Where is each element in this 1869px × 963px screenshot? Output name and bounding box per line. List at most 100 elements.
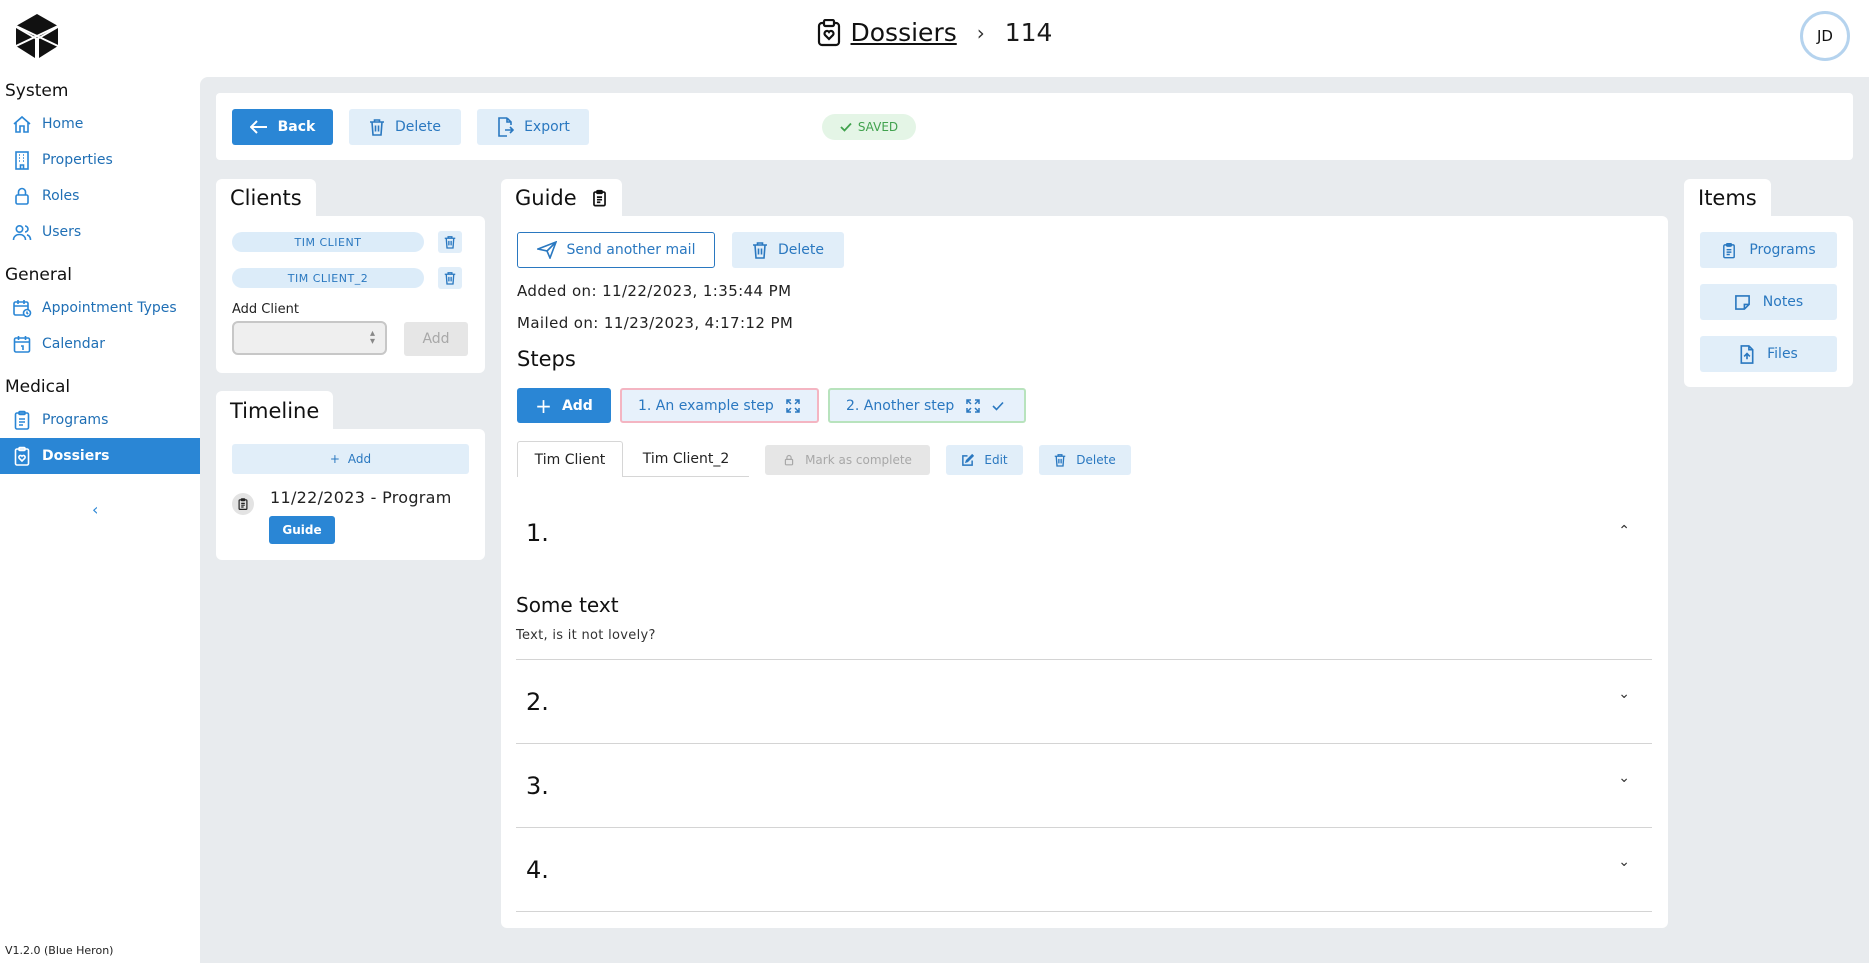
- action-toolbar: Back Delete Export SAVED: [216, 93, 1853, 160]
- tab-label: Tim Client: [534, 451, 606, 468]
- guide-delete-button[interactable]: Delete: [732, 232, 844, 268]
- user-avatar[interactable]: JD: [1800, 11, 1850, 61]
- edit-step-button[interactable]: Edit: [946, 445, 1023, 475]
- plus-icon: +: [329, 452, 340, 466]
- app-version: V1.2.0 (Blue Heron): [5, 944, 114, 957]
- timeline-guide-button[interactable]: Guide: [269, 516, 335, 544]
- delete-button-label: Delete: [395, 119, 441, 135]
- trash-icon: [444, 235, 456, 249]
- step-pill-label: 1. An example step: [638, 397, 774, 414]
- sidebar-item-calendar[interactable]: Calendar: [0, 326, 200, 362]
- tab-tim-client[interactable]: Tim Client: [517, 441, 623, 477]
- sidebar-item-programs[interactable]: Programs: [0, 402, 200, 438]
- delete-button[interactable]: Delete: [349, 109, 461, 145]
- accordion-header[interactable]: 1. ⌃: [516, 487, 1652, 577]
- mailed-on-text: Mailed on: 11/23/2023, 4:17:12 PM: [517, 314, 794, 332]
- tab-tim-client-2[interactable]: Tim Client_2: [623, 441, 749, 477]
- collapse-sidebar-button[interactable]: ‹: [92, 500, 98, 519]
- guide-delete-label: Delete: [778, 242, 824, 258]
- export-button[interactable]: Export: [477, 109, 589, 145]
- trash-icon: [444, 271, 456, 285]
- step-number: 3.: [526, 772, 549, 800]
- step-accordion-item[interactable]: 2. ⌄: [516, 660, 1652, 744]
- timeline-guide-label: Guide: [282, 523, 322, 537]
- export-button-label: Export: [524, 119, 570, 135]
- step-accordion-item[interactable]: 4. ⌄: [516, 828, 1652, 912]
- client-chip[interactable]: TIM CLIENT: [232, 232, 424, 252]
- trash-icon: [369, 118, 385, 136]
- sidebar-item-label: Calendar: [42, 336, 105, 352]
- add-client-button[interactable]: Add: [404, 322, 468, 356]
- add-step-button[interactable]: + Add: [517, 388, 611, 423]
- calendar-clock-icon: [12, 298, 32, 318]
- added-on-text: Added on: 11/22/2023, 1:35:44 PM: [517, 282, 792, 300]
- step-number: 1.: [526, 519, 549, 547]
- add-timeline-button[interactable]: + Add: [232, 444, 469, 474]
- nav-group-system: System: [5, 81, 69, 101]
- items-button-label: Notes: [1762, 294, 1804, 310]
- send-mail-button[interactable]: Send another mail: [517, 232, 715, 268]
- building-icon: [12, 150, 32, 170]
- add-step-label: Add: [561, 397, 593, 414]
- sidebar-item-label: Home: [42, 116, 84, 132]
- clipboard-icon: [1721, 241, 1737, 260]
- arrow-left-icon: [249, 120, 268, 134]
- chevron-down-icon: ⌄: [1618, 686, 1630, 702]
- step-accordion-item[interactable]: 3. ⌄: [516, 744, 1652, 828]
- back-button[interactable]: Back: [232, 109, 333, 145]
- lock-icon: [783, 453, 795, 467]
- items-button-label: Programs: [1749, 242, 1816, 258]
- breadcrumb: Dossiers › 114: [0, 18, 1869, 47]
- remove-client-button[interactable]: [438, 267, 462, 289]
- add-client-button-label: Add: [422, 331, 450, 347]
- clipboard-icon: [12, 410, 32, 430]
- step-pill[interactable]: 1. An example step: [620, 388, 819, 423]
- step-pill[interactable]: 2. Another step: [828, 388, 1026, 423]
- check-icon: [992, 401, 1004, 411]
- remove-client-button[interactable]: [438, 231, 462, 253]
- breadcrumb-current: 114: [1004, 18, 1053, 47]
- clients-title: Clients: [216, 179, 316, 217]
- sidebar-item-label: Dossiers: [42, 448, 110, 464]
- status-badge-label: SAVED: [857, 120, 899, 134]
- sidebar-item-roles[interactable]: Roles: [0, 178, 200, 214]
- steps-title: Steps: [517, 347, 576, 371]
- chevron-down-icon: ⌄: [1618, 854, 1630, 870]
- items-notes-button[interactable]: Notes: [1700, 284, 1837, 320]
- items-title: Items: [1684, 179, 1771, 217]
- step-accordion-item: 1. ⌃ Some text Text, is it not lovely?: [516, 487, 1652, 660]
- guide-title: Guide: [501, 179, 622, 217]
- breadcrumb-dossiers-link[interactable]: Dossiers: [851, 18, 957, 47]
- breadcrumb-separator: ›: [976, 20, 985, 45]
- send-icon: [536, 241, 557, 259]
- clients-panel: TIM CLIENT TIM CLIENT_2 Add Client ▴ ▾ Ad…: [216, 216, 485, 373]
- step-heading: Some text: [516, 593, 619, 617]
- timeline-title: Timeline: [216, 391, 334, 430]
- mark-complete-button[interactable]: Mark as complete: [765, 445, 930, 475]
- client-chip[interactable]: TIM CLIENT_2: [232, 268, 424, 288]
- add-client-select[interactable]: ▴ ▾: [232, 321, 387, 355]
- sidebar-item-label: Users: [42, 224, 82, 240]
- items-button-label: Files: [1767, 346, 1798, 362]
- sidebar-item-dossiers[interactable]: Dossiers: [0, 438, 200, 474]
- add-client-label: Add Client: [232, 302, 299, 317]
- items-programs-button[interactable]: Programs: [1700, 232, 1837, 268]
- lock-icon: [12, 186, 32, 206]
- note-icon: [1734, 294, 1751, 311]
- check-icon: [840, 122, 852, 132]
- sidebar-item-label: Appointment Types: [42, 300, 177, 316]
- sidebar-item-properties[interactable]: Properties: [0, 142, 200, 178]
- sidebar: System Home Properties Roles Users Gener…: [0, 74, 200, 963]
- delete-step-button[interactable]: Delete: [1039, 445, 1131, 475]
- sidebar-item-users[interactable]: Users: [0, 214, 200, 250]
- clipboard-icon: [232, 493, 254, 515]
- timeline-panel: + Add 11/22/2023 - Program Guide: [216, 429, 485, 560]
- chevron-down-icon: ⌄: [1618, 770, 1630, 786]
- delete-step-label: Delete: [1076, 453, 1116, 467]
- sidebar-item-home[interactable]: Home: [0, 106, 200, 142]
- status-badge: SAVED: [822, 114, 916, 140]
- step-pill-label: 2. Another step: [846, 397, 955, 414]
- clipboard-icon: [591, 188, 608, 208]
- items-files-button[interactable]: Files: [1700, 336, 1837, 372]
- sidebar-item-appointment-types[interactable]: Appointment Types: [0, 290, 200, 326]
